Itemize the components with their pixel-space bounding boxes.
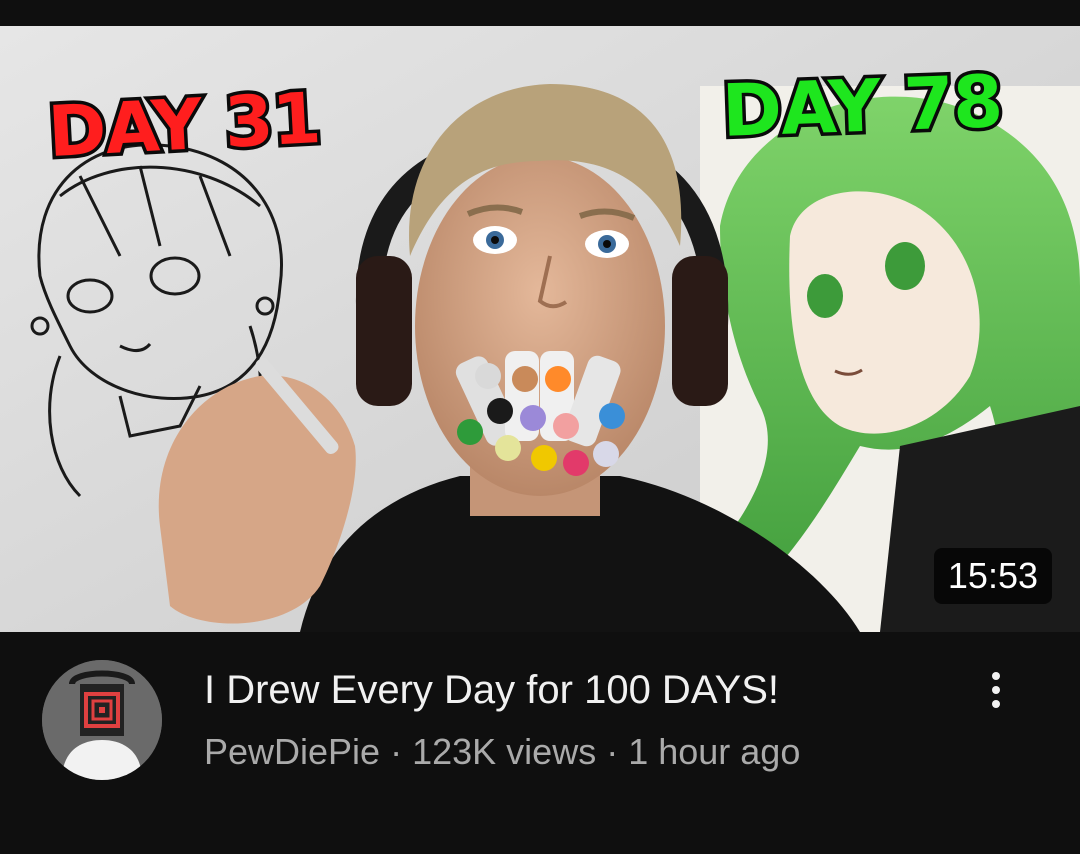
more-vert-icon [992,672,1000,680]
video-meta-row: I Drew Every Day for 100 DAYS! PewDiePie… [0,632,1080,854]
more-vert-icon-dot [992,686,1000,694]
video-duration-badge: 15:53 [933,548,1052,604]
video-title[interactable]: I Drew Every Day for 100 DAYS! [204,666,779,714]
channel-name[interactable]: PewDiePie [204,730,380,773]
day-78-badge: DAY 78 [717,56,1007,157]
video-thumbnail[interactable]: DAY 31 DAY 78 15:53 [0,26,1080,632]
separator-dot: · [606,731,619,772]
more-vert-icon-dot [992,700,1000,708]
avatar-icon [42,660,162,780]
more-options-button[interactable] [970,664,1022,716]
channel-avatar[interactable] [42,660,162,780]
video-metadata: PewDiePie · 123K views · 1 hour ago [204,730,800,773]
upload-age: 1 hour ago [628,731,801,772]
view-count: 123K views [412,731,597,772]
status-bar-strip [0,0,1080,26]
day-31-badge: DAY 31 [43,73,326,176]
separator-dot: · [390,731,403,772]
